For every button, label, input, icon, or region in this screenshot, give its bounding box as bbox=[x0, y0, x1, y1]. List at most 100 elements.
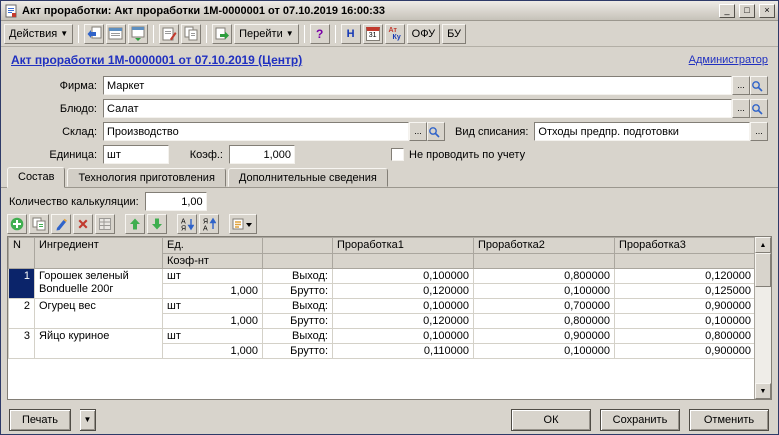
delete-row-icon[interactable] bbox=[73, 214, 93, 234]
print-split-button[interactable]: Печать ▼ bbox=[9, 409, 96, 431]
grid-cell[interactable]: 0,110000 bbox=[333, 344, 474, 359]
column-header-p1[interactable]: Проработка1 bbox=[333, 238, 474, 254]
ingredient-cell[interactable]: Огурец вес bbox=[35, 299, 163, 329]
maximize-button[interactable]: □ bbox=[739, 4, 755, 18]
firm-input[interactable] bbox=[103, 76, 732, 95]
goto-document-icon[interactable] bbox=[212, 24, 232, 44]
ingredient-cell[interactable]: Яйцо куриное bbox=[35, 329, 163, 359]
no-posting-checkbox[interactable]: Не проводить по учету bbox=[391, 148, 525, 161]
title-bar[interactable]: Акт проработки: Акт проработки 1М-000000… bbox=[1, 1, 778, 21]
print-button[interactable]: Печать bbox=[9, 409, 71, 431]
ingredients-grid[interactable]: N Ингредиент Ед. Проработка1 Проработка2… bbox=[8, 237, 756, 359]
unit-input[interactable] bbox=[103, 145, 169, 164]
coef-input[interactable] bbox=[229, 145, 295, 164]
ingredient-cell[interactable]: Горошек зеленый Bonduelle 200г bbox=[35, 269, 163, 299]
table-row[interactable]: 3 Яйцо куриное шт Выход: 0,100000 0,9000… bbox=[9, 329, 756, 344]
scrollbar-thumb[interactable] bbox=[755, 253, 771, 287]
vertical-scrollbar[interactable]: ▲ ▼ bbox=[754, 237, 771, 399]
unit-cell[interactable]: шт bbox=[163, 329, 263, 344]
coef-cell[interactable]: 1,000 bbox=[163, 314, 263, 329]
fill-dropdown-icon[interactable] bbox=[229, 214, 257, 234]
grid-cell[interactable]: 0,800000 bbox=[615, 329, 756, 344]
grid-cell[interactable]: 0,120000 bbox=[615, 269, 756, 284]
close-button[interactable]: × bbox=[759, 4, 775, 18]
notebook-icon[interactable] bbox=[159, 24, 179, 44]
calendar-icon[interactable]: 31 bbox=[363, 24, 383, 44]
writeoff-select-button[interactable]: ... bbox=[750, 122, 768, 141]
subordination-structure-icon[interactable]: Н bbox=[341, 24, 361, 44]
grid-cell[interactable]: 0,100000 bbox=[474, 284, 615, 299]
column-header-p2[interactable]: Проработка2 bbox=[474, 238, 615, 254]
firm-lookup-icon[interactable] bbox=[750, 76, 768, 95]
sort-desc-icon[interactable]: ЯА bbox=[199, 214, 219, 234]
writeoff-input[interactable] bbox=[534, 122, 750, 141]
column-header-unit[interactable]: Ед. bbox=[163, 238, 263, 254]
save-button[interactable]: Сохранить bbox=[600, 409, 680, 431]
calc-quantity-input[interactable] bbox=[145, 192, 207, 211]
column-header-n[interactable]: N bbox=[9, 238, 35, 269]
row-number-cell[interactable]: 3 bbox=[9, 329, 35, 359]
accounting-operations-icon[interactable]: АтКу bbox=[385, 24, 405, 44]
write-document-icon[interactable] bbox=[84, 24, 104, 44]
grid-cell[interactable]: 0,100000 bbox=[333, 329, 474, 344]
table-row[interactable]: 2 Огурец вес шт Выход: 0,100000 0,700000… bbox=[9, 299, 756, 314]
grid-cell[interactable]: 0,100000 bbox=[333, 269, 474, 284]
column-header-coef[interactable]: Коэф-нт bbox=[163, 254, 263, 269]
ok-button[interactable]: ОК bbox=[511, 409, 591, 431]
edit-row-icon[interactable] bbox=[51, 214, 71, 234]
column-header-p3[interactable]: Проработка3 bbox=[615, 238, 756, 254]
cancel-button[interactable]: Отменить bbox=[689, 409, 769, 431]
tab-sostav[interactable]: Состав bbox=[7, 167, 65, 188]
grid-cell[interactable]: 0,800000 bbox=[474, 269, 615, 284]
copy-document-icon[interactable] bbox=[181, 24, 201, 44]
dish-input[interactable] bbox=[103, 99, 732, 118]
show-in-list-icon[interactable] bbox=[128, 24, 148, 44]
row-number-cell[interactable]: 1 bbox=[9, 269, 35, 299]
grid-cell[interactable]: 0,125000 bbox=[615, 284, 756, 299]
grid-cell[interactable]: 0,120000 bbox=[333, 284, 474, 299]
dish-lookup-icon[interactable] bbox=[750, 99, 768, 118]
add-row-icon[interactable] bbox=[7, 214, 27, 234]
open-journal-icon[interactable] bbox=[106, 24, 126, 44]
help-icon[interactable]: ? bbox=[310, 24, 330, 44]
grid-cell[interactable]: 0,120000 bbox=[333, 314, 474, 329]
warehouse-lookup-icon[interactable] bbox=[427, 122, 445, 141]
print-dropdown-button[interactable]: ▼ bbox=[80, 409, 96, 431]
grid-cell[interactable]: 0,100000 bbox=[333, 299, 474, 314]
unit-cell[interactable]: шт bbox=[163, 269, 263, 284]
row-number-cell[interactable]: 2 bbox=[9, 299, 35, 329]
grid-cell[interactable]: 0,100000 bbox=[615, 314, 756, 329]
move-up-icon[interactable] bbox=[125, 214, 145, 234]
table-row[interactable]: 1 Горошек зеленый Bonduelle 200г шт Выхо… bbox=[9, 269, 756, 284]
sort-asc-icon[interactable]: АЯ bbox=[177, 214, 197, 234]
goto-button[interactable]: Перейти▼ bbox=[234, 24, 299, 44]
scroll-up-icon[interactable]: ▲ bbox=[755, 237, 771, 253]
grid-cell[interactable]: 0,100000 bbox=[474, 344, 615, 359]
grid-cell[interactable]: 0,900000 bbox=[474, 329, 615, 344]
grid-settings-icon[interactable] bbox=[95, 214, 115, 234]
grid-cell[interactable]: 0,900000 bbox=[615, 299, 756, 314]
checkbox-icon[interactable] bbox=[391, 148, 404, 161]
tab-additional[interactable]: Дополнительные сведения bbox=[228, 168, 388, 187]
dish-select-button[interactable]: ... bbox=[732, 99, 750, 118]
column-header-ingredient[interactable]: Ингредиент bbox=[35, 238, 163, 269]
tab-technology[interactable]: Технология приготовления bbox=[67, 168, 225, 187]
grid-cell[interactable]: 0,800000 bbox=[474, 314, 615, 329]
coef-cell[interactable]: 1,000 bbox=[163, 344, 263, 359]
minimize-button[interactable]: _ bbox=[719, 4, 735, 18]
coef-cell[interactable]: 1,000 bbox=[163, 284, 263, 299]
firm-select-button[interactable]: ... bbox=[732, 76, 750, 95]
copy-row-icon[interactable] bbox=[29, 214, 49, 234]
scroll-down-icon[interactable]: ▼ bbox=[755, 383, 771, 399]
unit-cell[interactable]: шт bbox=[163, 299, 263, 314]
warehouse-select-button[interactable]: ... bbox=[409, 122, 427, 141]
ofu-button[interactable]: ОФУ bbox=[407, 24, 440, 44]
move-down-icon[interactable] bbox=[147, 214, 167, 234]
grid-cell[interactable]: 0,700000 bbox=[474, 299, 615, 314]
administrator-link[interactable]: Администратор bbox=[689, 54, 768, 66]
grid-cell[interactable]: 0,900000 bbox=[615, 344, 756, 359]
bu-button[interactable]: БУ bbox=[442, 24, 466, 44]
warehouse-input[interactable] bbox=[103, 122, 409, 141]
document-title-link[interactable]: Акт проработки 1М-0000001 от 07.10.2019 … bbox=[11, 53, 302, 67]
actions-button[interactable]: Действия▼ bbox=[4, 24, 73, 44]
